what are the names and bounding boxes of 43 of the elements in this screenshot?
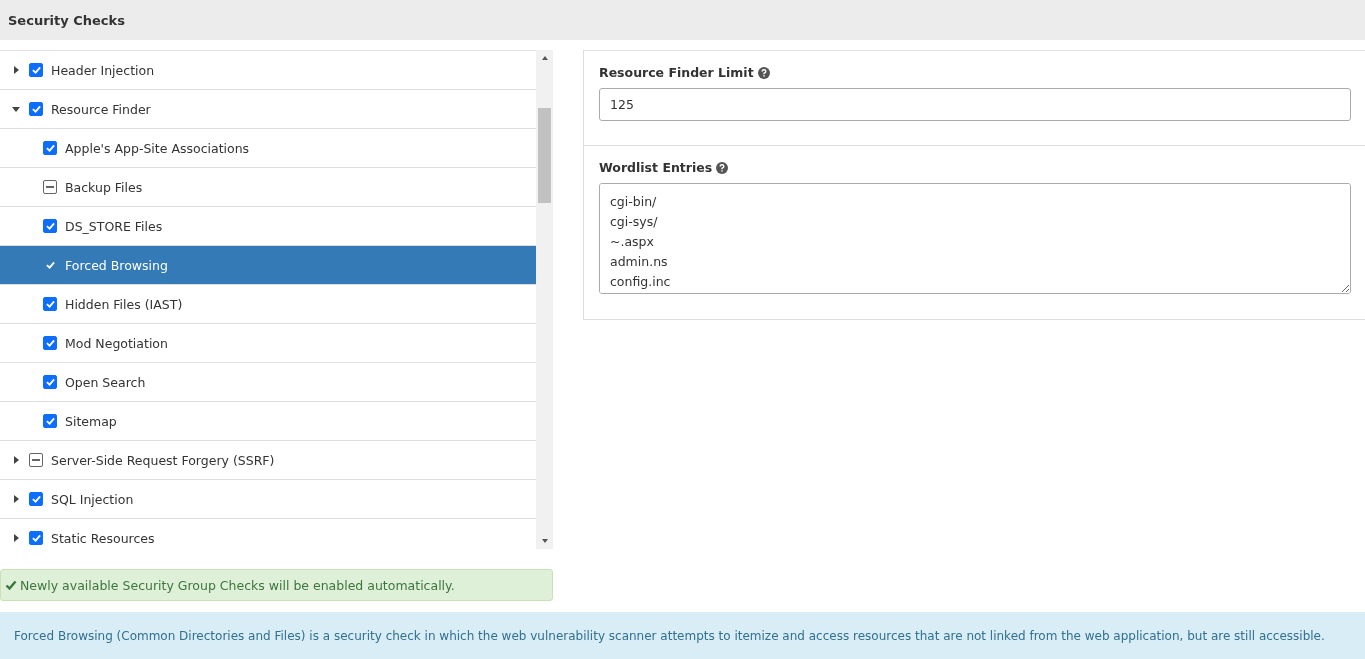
- check-row[interactable]: Server-Side Request Forgery (SSRF): [0, 441, 536, 480]
- check-label: Mod Negotiation: [65, 335, 168, 351]
- check-label: Backup Files: [65, 179, 143, 195]
- scrollbar[interactable]: [536, 50, 553, 549]
- check-label: Hidden Files (IAST): [65, 296, 183, 312]
- check-row[interactable]: Hidden Files (IAST): [0, 285, 536, 324]
- check-label: Header Injection: [51, 62, 155, 78]
- check-label: Server-Side Request Forgery (SSRF): [51, 452, 275, 468]
- check-row[interactable]: SQL Injection: [0, 480, 536, 519]
- page-title: Security Checks: [8, 12, 125, 28]
- check-label: Forced Browsing: [65, 257, 168, 273]
- check-label: Open Search: [65, 374, 146, 390]
- caret-icon[interactable]: [11, 65, 21, 75]
- caret-icon[interactable]: [11, 455, 21, 465]
- check-label: Static Resources: [51, 530, 155, 546]
- check-label: SQL Injection: [51, 491, 134, 507]
- check-label: Resource Finder: [51, 101, 151, 117]
- check-row[interactable]: Header Injection: [0, 51, 536, 90]
- check-row[interactable]: Open Search: [0, 363, 536, 402]
- check-row[interactable]: Forced Browsing: [0, 246, 536, 285]
- caret-icon[interactable]: [11, 494, 21, 504]
- alert-text: Newly available Security Group Checks will be enabled automatically.: [20, 577, 455, 593]
- help-icon[interactable]: [757, 66, 770, 79]
- check-label: Sitemap: [65, 413, 117, 429]
- check-label: DS_STORE Files: [65, 218, 163, 234]
- check-row[interactable]: Resource Finder: [0, 90, 536, 129]
- check-row[interactable]: Backup Files: [0, 168, 536, 207]
- description-text: Forced Browsing (Common Directories and Files) is a security check in which the web vulnerability scanner attempts to itemize and access resources that are not linked from the web application, but are still accessible.: [14, 628, 1325, 643]
- check-row[interactable]: Sitemap: [0, 402, 536, 441]
- scrollbar-thumb[interactable]: [538, 108, 551, 203]
- checkbox[interactable]: [29, 453, 43, 467]
- check-label: Apple's App-Site Associations: [65, 140, 250, 156]
- help-icon[interactable]: [716, 161, 729, 174]
- caret-icon[interactable]: [11, 104, 21, 114]
- field-label: Wordlist Entries: [599, 160, 713, 175]
- wordlist-textarea[interactable]: cgi-bin/ cgi-sys/ ~.aspx admin.ns config.inc: [599, 183, 1351, 294]
- check-row[interactable]: Mod Negotiation: [0, 324, 536, 363]
- check-row[interactable]: Apple's App-Site Associations: [0, 129, 536, 168]
- field-label: Resource Finder Limit: [599, 65, 754, 80]
- checkmark-icon: [5, 579, 17, 591]
- limit-input[interactable]: 125: [599, 88, 1351, 121]
- checkbox[interactable]: [43, 180, 57, 194]
- caret-icon[interactable]: [11, 533, 21, 543]
